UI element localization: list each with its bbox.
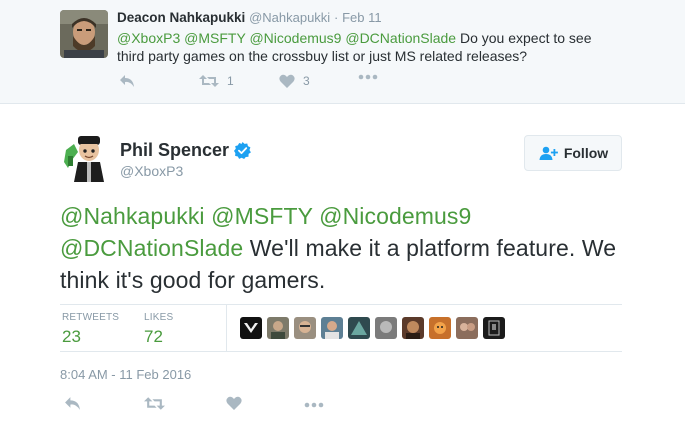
avatar-deacon[interactable] — [60, 10, 108, 58]
verified-badge-icon — [234, 142, 251, 159]
reply-icon — [65, 397, 80, 410]
stats-divider-bottom — [60, 351, 622, 352]
author-handle[interactable]: @XboxP3 — [120, 163, 183, 179]
reply-header: Deacon Nahkapukki @Nahkapukki · Feb 11 — [117, 10, 382, 25]
reply-author-name[interactable]: Deacon Nahkapukki — [117, 10, 245, 25]
reply-author-handle[interactable]: @Nahkapukki — [249, 10, 330, 25]
stats-divider-top — [60, 304, 622, 305]
follow-button[interactable]: Follow — [524, 135, 622, 171]
reply-icon — [120, 75, 134, 87]
more-icon — [358, 74, 378, 80]
mention-link[interactable]: @MSFTY — [211, 203, 312, 229]
stats-vertical-divider — [226, 304, 227, 351]
like-button[interactable] — [226, 396, 242, 410]
mention-link[interactable]: @DCNationSlade — [60, 235, 243, 261]
author-name[interactable]: Phil Spencer — [120, 140, 229, 161]
likes-value: 72 — [144, 327, 163, 346]
reply-text: @XboxP3 @MSFTY @Nicodemus9 @DCNationSlad… — [117, 29, 617, 65]
liker-avatars — [240, 317, 510, 339]
like-count: 3 — [303, 74, 310, 88]
likes-stat[interactable]: LIKES 72 — [144, 312, 173, 347]
retweets-value: 23 — [62, 327, 81, 346]
mention-link[interactable]: @Nicodemus9 — [249, 30, 341, 46]
heart-icon — [226, 396, 242, 410]
mention-link[interactable]: @Nicodemus9 — [319, 203, 471, 229]
liker-avatar[interactable] — [402, 317, 424, 339]
tweet-action-bar — [60, 396, 360, 416]
likes-label: LIKES — [144, 312, 174, 323]
heart-icon — [279, 74, 295, 88]
more-button[interactable] — [358, 74, 378, 80]
liker-avatar[interactable] — [375, 317, 397, 339]
reply-button[interactable] — [119, 74, 135, 88]
liker-avatar[interactable] — [267, 317, 289, 339]
retweet-icon — [199, 75, 219, 87]
more-button[interactable] — [304, 402, 324, 408]
retweet-count: 1 — [227, 74, 234, 88]
mention-link[interactable]: @XboxP3 — [117, 30, 180, 46]
liker-avatar[interactable] — [483, 317, 505, 339]
like-button[interactable]: 3 — [279, 74, 310, 88]
author-name-row: Phil Spencer — [120, 140, 251, 161]
reply-action-bar: 1 3 — [117, 74, 417, 92]
liker-avatar[interactable] — [321, 317, 343, 339]
retweet-button[interactable]: 1 — [199, 74, 234, 88]
follow-person-icon — [539, 146, 558, 160]
retweets-stat[interactable]: RETWEETS 23 — [62, 312, 119, 347]
reply-button[interactable] — [64, 396, 81, 411]
retweet-icon — [144, 397, 165, 410]
liker-avatar[interactable] — [240, 317, 262, 339]
follow-label: Follow — [563, 145, 609, 161]
more-icon — [304, 402, 324, 408]
reply-tweet: Deacon Nahkapukki @Nahkapukki · Feb 11 @… — [0, 0, 685, 104]
tweet-text: @Nahkapukki @MSFTY @Nicodemus9 @DCNation… — [60, 200, 620, 296]
mention-link[interactable]: @MSFTY — [184, 30, 245, 46]
liker-avatar[interactable] — [456, 317, 478, 339]
liker-avatar[interactable] — [294, 317, 316, 339]
mention-link[interactable]: @Nahkapukki — [60, 203, 205, 229]
retweet-button[interactable] — [144, 396, 165, 411]
liker-avatar[interactable] — [348, 317, 370, 339]
liker-avatar[interactable] — [429, 317, 451, 339]
mention-link[interactable]: @DCNationSlade — [345, 30, 456, 46]
tweet-timestamp[interactable]: 8:04 AM - 11 Feb 2016 — [60, 367, 191, 382]
avatar-phil[interactable] — [60, 132, 110, 182]
reply-time[interactable]: Feb 11 — [342, 10, 382, 25]
retweets-label: RETWEETS — [62, 312, 120, 323]
reply-separator: · — [333, 10, 339, 25]
